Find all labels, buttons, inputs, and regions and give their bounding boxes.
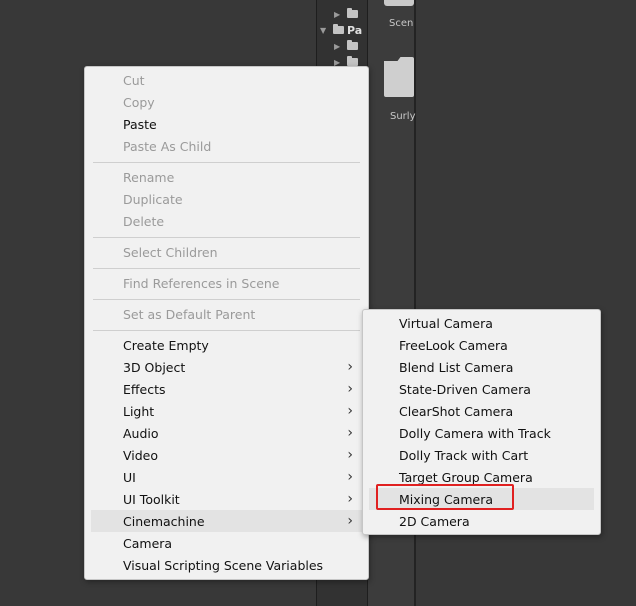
tree-row[interactable]: ▼ Pa <box>320 23 362 37</box>
context-menu: Cut Copy Paste Paste As Child Rename Dup… <box>84 66 369 580</box>
menu-separator <box>93 299 360 300</box>
menu-item-label: Visual Scripting Scene Variables <box>123 557 324 573</box>
tree-row[interactable]: ▶ <box>334 7 358 21</box>
menu-item-cinemachine[interactable]: Cinemachine › <box>91 510 362 532</box>
chevron-right-icon: › <box>347 513 353 529</box>
menu-item-ui-toolkit[interactable]: UI Toolkit › <box>91 488 362 510</box>
chevron-right-icon: › <box>347 447 353 463</box>
tree-item-label: Pa <box>347 23 363 37</box>
menu-item-label: State-Driven Camera <box>399 381 531 397</box>
menu-item-label: UI <box>123 469 136 485</box>
menu-item-find-references[interactable]: Find References in Scene <box>91 272 362 294</box>
menu-item-label: Delete <box>123 213 165 229</box>
menu-item-label: Effects <box>123 381 166 397</box>
menu-item-effects[interactable]: Effects › <box>91 378 362 400</box>
scene-asset-icon[interactable] <box>384 0 414 6</box>
menu-item-copy[interactable]: Copy <box>91 91 362 113</box>
menu-item-light[interactable]: Light › <box>91 400 362 422</box>
menu-item-label: 2D Camera <box>399 513 470 529</box>
menu-separator <box>93 237 360 238</box>
menu-item-rename[interactable]: Rename <box>91 166 362 188</box>
menu-item-cut[interactable]: Cut <box>91 69 362 91</box>
menu-item-label: UI Toolkit <box>123 491 180 507</box>
menu-item-label: Dolly Track with Cart <box>399 447 529 463</box>
menu-item-label: Duplicate <box>123 191 183 207</box>
expand-arrow-icon[interactable]: ▶ <box>334 10 344 19</box>
chevron-right-icon: › <box>347 359 353 375</box>
menu-item-label: Blend List Camera <box>399 359 514 375</box>
folder-icon[interactable] <box>384 57 414 97</box>
open-folder-icon <box>333 24 344 34</box>
unity-editor: ▶ ▼ Pa ▶ ▶ Scen Surly Cut Copy Paste Pas… <box>0 0 636 606</box>
menu-item-label: Virtual Camera <box>399 315 493 331</box>
menu-item-label: Rename <box>123 169 175 185</box>
menu-item-label: Set as Default Parent <box>123 306 256 322</box>
chevron-right-icon: › <box>347 403 353 419</box>
menu-item-label: ClearShot Camera <box>399 403 514 419</box>
menu-item-label: Camera <box>123 535 173 551</box>
submenu-item-2d-camera[interactable]: 2D Camera <box>369 510 594 532</box>
submenu-item-freelook-camera[interactable]: FreeLook Camera <box>369 334 594 356</box>
menu-item-label: Video <box>123 447 159 463</box>
folder-icon <box>347 56 358 66</box>
asset-label: Scen <box>389 18 414 29</box>
submenu-item-blend-list-camera[interactable]: Blend List Camera <box>369 356 594 378</box>
asset-label: Surly <box>390 111 416 122</box>
menu-item-label: Paste <box>123 116 157 132</box>
menu-item-label: 3D Object <box>123 359 186 375</box>
folder-icon <box>347 8 358 18</box>
menu-item-delete[interactable]: Delete <box>91 210 362 232</box>
menu-item-ui[interactable]: UI › <box>91 466 362 488</box>
menu-item-paste[interactable]: Paste <box>91 113 362 135</box>
annotation-highlight-box <box>376 484 514 510</box>
menu-item-video[interactable]: Video › <box>91 444 362 466</box>
menu-item-label: Paste As Child <box>123 138 212 154</box>
submenu-item-clearshot-camera[interactable]: ClearShot Camera <box>369 400 594 422</box>
menu-item-label: Find References in Scene <box>123 275 280 291</box>
menu-item-label: Copy <box>123 94 155 110</box>
submenu-item-dolly-camera-with-track[interactable]: Dolly Camera with Track <box>369 422 594 444</box>
menu-item-duplicate[interactable]: Duplicate <box>91 188 362 210</box>
submenu-item-state-driven-camera[interactable]: State-Driven Camera <box>369 378 594 400</box>
collapse-arrow-icon[interactable]: ▼ <box>320 26 330 35</box>
chevron-right-icon: › <box>347 491 353 507</box>
menu-item-label: Target Group Camera <box>399 469 533 485</box>
menu-item-label: Dolly Camera with Track <box>399 425 551 441</box>
expand-arrow-icon[interactable]: ▶ <box>334 42 344 51</box>
menu-item-label: Cinemachine <box>123 513 205 529</box>
tree-row[interactable]: ▶ <box>334 39 358 53</box>
menu-item-label: Select Children <box>123 244 218 260</box>
menu-item-3d-object[interactable]: 3D Object › <box>91 356 362 378</box>
submenu-item-virtual-camera[interactable]: Virtual Camera <box>369 312 594 334</box>
menu-item-camera[interactable]: Camera <box>91 532 362 554</box>
folder-icon <box>347 40 358 50</box>
menu-separator <box>93 162 360 163</box>
menu-item-label: Audio <box>123 425 159 441</box>
chevron-right-icon: › <box>347 425 353 441</box>
menu-item-label: FreeLook Camera <box>399 337 508 353</box>
menu-item-visual-scripting-scene-variables[interactable]: Visual Scripting Scene Variables <box>91 554 362 576</box>
menu-item-create-empty[interactable]: Create Empty <box>91 334 362 356</box>
menu-item-set-default-parent[interactable]: Set as Default Parent <box>91 303 362 325</box>
menu-item-label: Cut <box>123 72 145 88</box>
submenu-item-dolly-track-with-cart[interactable]: Dolly Track with Cart <box>369 444 594 466</box>
chevron-right-icon: › <box>347 469 353 485</box>
menu-item-select-children[interactable]: Select Children <box>91 241 362 263</box>
chevron-right-icon: › <box>347 381 353 397</box>
menu-item-audio[interactable]: Audio › <box>91 422 362 444</box>
menu-separator <box>93 268 360 269</box>
menu-item-paste-as-child[interactable]: Paste As Child <box>91 135 362 157</box>
menu-item-label: Create Empty <box>123 337 209 353</box>
menu-separator <box>93 330 360 331</box>
menu-item-label: Light <box>123 403 155 419</box>
